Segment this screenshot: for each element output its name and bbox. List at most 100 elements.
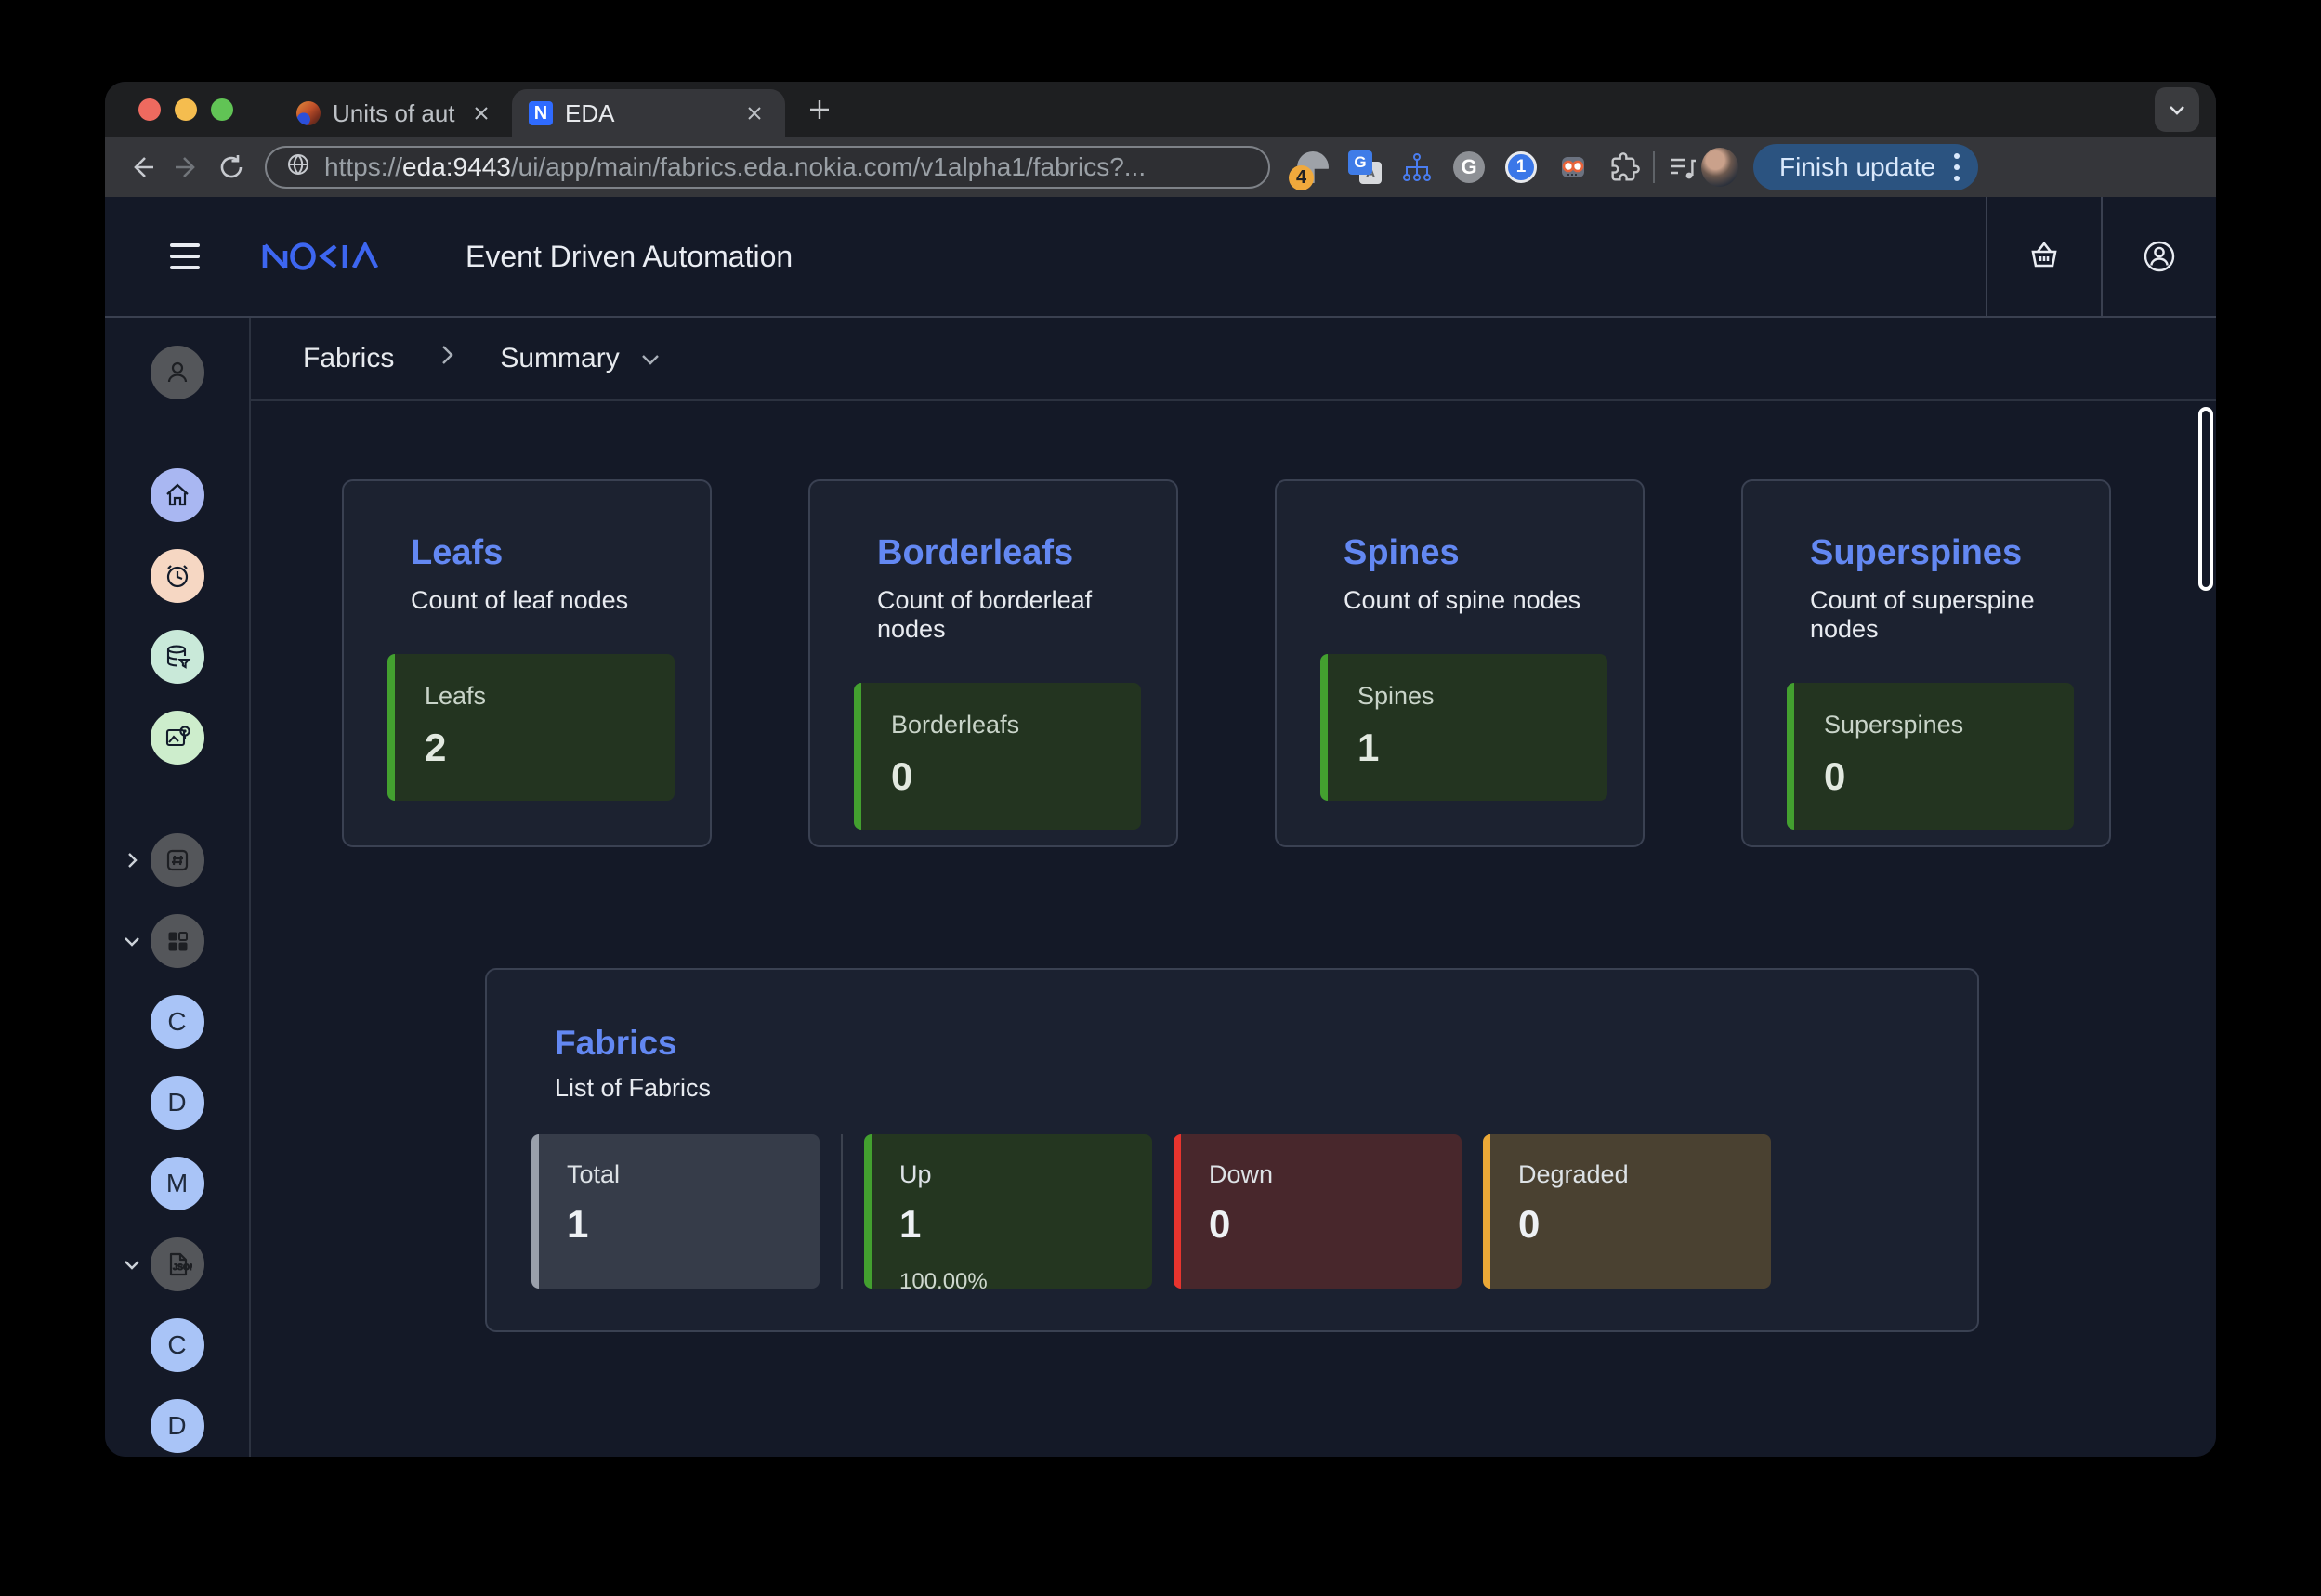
extension-badge: 4 [1289,165,1314,190]
sidebar-item-topology[interactable] [105,711,249,765]
tab-strip: Units of automation – Event D N EDA [105,82,2216,137]
app-letter-avatar: C [151,1318,204,1372]
finish-update-button[interactable]: Finish update [1753,144,1978,190]
blocker-icon[interactable]: 4 [1294,149,1331,186]
chevron-down-icon [638,347,662,371]
sidebar-item-queries[interactable] [105,630,249,684]
chevron-down-icon[interactable] [122,931,142,951]
chevron-down-icon[interactable] [122,1254,142,1275]
reload-button[interactable] [209,145,254,190]
fabrics-panel: Fabrics List of Fabrics Total 1 Up 1 [485,968,1979,1332]
sidebar-app-m[interactable]: M [105,1157,249,1210]
new-tab-button[interactable] [798,88,841,131]
stat-tile-superspines[interactable]: Superspines 0 [1787,683,2074,830]
sidebar-group-apps[interactable] [105,914,249,968]
sidebar-app-c2[interactable]: C [105,1318,249,1372]
stat-label: Superspines [1824,711,2074,739]
browser-profile-avatar[interactable] [1701,149,1738,186]
view-selector[interactable]: Summary [500,343,662,374]
close-tab-icon[interactable] [467,99,495,127]
tile-down[interactable]: Down 0 [1174,1134,1462,1289]
card-borderleafs: Borderleafs Count of borderleaf nodes Bo… [808,479,1178,847]
toolbar-separator [1653,151,1655,183]
panel-subtitle: List of Fabrics [555,1074,1977,1103]
tab-title: EDA [565,99,728,128]
summary-cards-row: Leafs Count of leaf nodes Leafs 2 Border… [342,479,2216,847]
tab-units-of-automation[interactable]: Units of automation – Event D [280,89,512,137]
fabrics-tiles-row: Total 1 Up 1 100.00% Down [531,1134,1977,1289]
card-title: Spines [1344,533,1607,573]
stat-value: 0 [1824,754,2074,799]
sidebar-app-c[interactable]: C [105,995,249,1049]
chevron-right-icon [435,343,459,374]
breadcrumb-section[interactable]: Fabrics [303,343,394,374]
address-bar[interactable]: https://eda:9443/ui/app/main/fabrics.eda… [265,146,1270,189]
site-info-icon[interactable] [285,151,311,184]
stat-label: Leafs [425,682,675,711]
stat-tile-spines[interactable]: Spines 1 [1320,654,1607,801]
sidebar-item-history[interactable] [105,549,249,603]
onepassword-icon[interactable]: 1 [1502,149,1540,186]
browser-toolbar: https://eda:9443/ui/app/main/fabrics.eda… [105,137,2216,197]
app-letter-avatar: D [151,1076,204,1130]
sitemap-icon[interactable] [1398,149,1436,186]
tile-degraded[interactable]: Degraded 0 [1483,1134,1771,1289]
tab-title: Units of automation – Event D [333,99,455,128]
media-controls-icon[interactable] [1664,149,1701,186]
card-spines: Spines Count of spine nodes Spines 1 [1275,479,1645,847]
phoenix-bird-icon [296,101,321,125]
stat-tile-borderleafs[interactable]: Borderleafs 0 [854,683,1141,830]
card-title: Borderleafs [877,533,1141,573]
breadcrumb-view: Summary [500,343,619,374]
grammarly-icon[interactable]: G [1450,149,1488,186]
minimize-window-button[interactable] [175,98,197,121]
browser-menu-icon[interactable] [1954,153,1960,181]
app-store-button[interactable] [1987,197,2101,316]
app-sidebar: C D M JSON [105,318,251,1457]
extensions-row: 4 A G G 1 [1294,149,1644,186]
card-subtitle: Count of superspine nodes [1810,586,2074,644]
tab-search-button[interactable] [2155,87,2199,132]
app-body: C D M JSON [105,318,2216,1457]
tab-eda[interactable]: N EDA [512,89,785,137]
svg-text:JSON: JSON [173,1262,192,1272]
card-title: Leafs [411,533,675,573]
sidebar-item-user[interactable] [105,346,249,399]
app-letter-avatar: D [151,1399,204,1453]
tile-total[interactable]: Total 1 [531,1134,820,1289]
app-letter-avatar: C [151,995,204,1049]
json-file-icon: JSON [151,1237,204,1291]
sidebar-app-d[interactable]: D [105,1076,249,1130]
forward-button[interactable] [164,145,209,190]
close-window-button[interactable] [138,98,161,121]
sidebar-group-json[interactable]: JSON [105,1237,249,1291]
extensions-puzzle-icon[interactable] [1606,149,1644,186]
eda-app: Event Driven Automation [105,197,2216,1457]
tile-up[interactable]: Up 1 100.00% [864,1134,1152,1289]
robot-icon[interactable] [1554,149,1592,186]
browser-window: Units of automation – Event D N EDA [105,82,2216,1457]
stat-value: 1 [1357,726,1607,770]
tile-percentage: 100.00% [899,1269,1152,1295]
card-subtitle: Count of borderleaf nodes [877,586,1141,644]
close-tab-icon[interactable] [741,99,768,127]
app-letter-avatar: M [151,1157,204,1210]
nokia-n-icon: N [529,101,553,125]
url-text: https://eda:9443/ui/app/main/fabrics.eda… [324,152,1146,182]
back-button[interactable] [120,145,164,190]
database-filter-icon [151,630,204,684]
menu-hamburger-icon[interactable] [170,243,200,269]
scrollbar-thumb[interactable] [2198,407,2213,591]
breadcrumb: Fabrics Summary [251,318,2216,401]
home-icon [151,468,204,522]
sidebar-group-hash[interactable] [105,833,249,887]
chevron-right-icon[interactable] [122,850,142,870]
zoom-window-button[interactable] [211,98,233,121]
account-button[interactable] [2103,197,2216,316]
translate-icon[interactable]: A G [1346,149,1383,186]
stat-value: 0 [891,754,1141,799]
sidebar-app-d2[interactable]: D [105,1399,249,1453]
apps-grid-icon [151,914,204,968]
sidebar-item-home[interactable] [105,468,249,522]
stat-tile-leafs[interactable]: Leafs 2 [387,654,675,801]
